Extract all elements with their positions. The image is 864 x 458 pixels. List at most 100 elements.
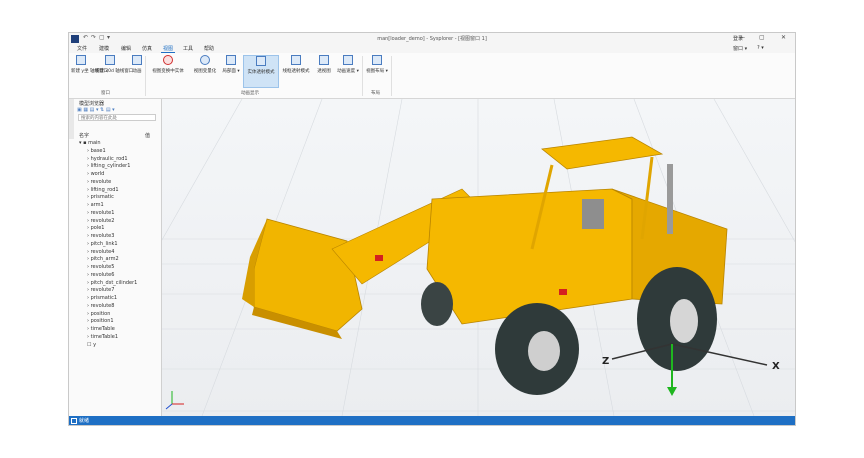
tree-item-label: timeTable [90, 326, 115, 332]
layout-grid-icon [372, 55, 382, 65]
speed-icon [343, 55, 353, 65]
tree-item[interactable]: › revolute5 [77, 264, 161, 272]
local-plane-dropdown[interactable]: 局部面 ▾ [222, 55, 240, 74]
tree-item[interactable]: › hydraulic_rod1 [77, 156, 161, 164]
animation-button[interactable]: 动画 [131, 55, 143, 74]
tree-item[interactable]: › prismatic [77, 194, 161, 202]
window-plot-icon [76, 55, 86, 65]
tree-item[interactable]: › lifting_rod1 [77, 187, 161, 195]
tree-item-label: pitch_link1 [90, 240, 118, 247]
group-label-window: 窗口 [101, 91, 110, 96]
tree-item-label: revolute5 [90, 264, 115, 270]
tree-item[interactable]: › revolute [77, 179, 161, 187]
tree-item[interactable]: › position [77, 311, 161, 319]
button-label: 视图变量化 [193, 69, 217, 74]
column-header-name[interactable]: 名字 [79, 132, 89, 139]
magnifier-icon [200, 55, 210, 65]
panel-toolbar[interactable]: ▣ ▦ ▤ ▾ ⇅ ▤ ▾ [77, 107, 115, 113]
tree-item[interactable]: › revolute2 [77, 218, 161, 226]
status-bar: 就绪 [69, 416, 795, 425]
button-label: 透视图 [317, 69, 331, 74]
tree-item[interactable]: › pole1 [77, 225, 161, 233]
tree-item-label: y [93, 341, 97, 348]
animation-speed-dropdown[interactable]: 动画速度 ▾ [336, 55, 360, 74]
tree-item-label: lifting_rod1 [90, 186, 119, 193]
tree-item[interactable]: › revolute3 [77, 233, 161, 241]
tree-item[interactable]: › revolute1 [77, 210, 161, 218]
perspective-button[interactable]: 透视图 [315, 55, 333, 74]
tree-item[interactable]: › revolute6 [77, 272, 161, 280]
menu-simulation[interactable]: 仿真 [142, 45, 152, 52]
menu-help[interactable]: 帮助 [204, 45, 214, 52]
tree-item-label: revolute2 [90, 217, 115, 224]
tree-item-label: arm1 [90, 202, 104, 208]
right-light [559, 289, 567, 295]
perspective-cube-icon [319, 55, 329, 65]
tree-item[interactable]: › pitch_arm2 [77, 256, 161, 264]
group-separator [362, 56, 363, 96]
tree-item[interactable]: › lifting_cylinder1 [77, 163, 161, 171]
button-label: 动画 [132, 69, 142, 74]
help-menu[interactable]: ? ▾ [757, 45, 764, 51]
menu-bar: 文件 建模 编辑 仿真 视图 工具 帮助 登录 窗口 ▾ ? ▾ [69, 36, 795, 53]
tree-item[interactable]: ☐ y [77, 342, 161, 350]
login-link[interactable]: 登录 [733, 35, 743, 42]
menu-file[interactable]: 文件 [77, 45, 87, 52]
menu-edit[interactable]: 编辑 [121, 45, 131, 52]
button-label: 新建 x0d 轴线窗口 [95, 69, 134, 74]
tree-item[interactable]: › revolute8 [77, 303, 161, 311]
column-header-value[interactable]: 值 [145, 132, 150, 139]
viewport-canvas: Z X [162, 99, 795, 416]
close-button[interactable]: ✕ [781, 34, 786, 41]
button-label: 视图变换中实体 [152, 69, 184, 74]
menu-modeling[interactable]: 建模 [99, 45, 109, 52]
tree-item[interactable]: › prismatic1 [77, 295, 161, 303]
tree-item[interactable]: › revolute4 [77, 249, 161, 257]
tree-item[interactable]: › revolute7 [77, 287, 161, 295]
tree-item-label: timeTable1 [90, 333, 119, 340]
ribbon: 新建 y坐 轴线窗口 新建 x0d 轴线窗口 动画 窗口 视图变换中实体 视图变… [69, 53, 795, 99]
menu-tools[interactable]: 工具 [183, 45, 193, 52]
target-icon [163, 55, 173, 65]
tree-item[interactable]: › timeTable [77, 326, 161, 334]
tree-item[interactable]: › world [77, 171, 161, 179]
solid-transparent-mode-button[interactable]: 实体透射模式 [243, 55, 279, 88]
status-icon [71, 418, 77, 424]
window-title: man[loader_demo] - Sysplorer - [视图窗口 1] [377, 36, 487, 42]
view-layout-dropdown[interactable]: 视图布局 ▾ [366, 55, 388, 74]
tree-item-label: position1 [90, 318, 114, 325]
tree-root-item[interactable]: ▾ ▪ main [77, 140, 161, 148]
tree-item-label: revolute4 [90, 248, 115, 255]
model-browser-panel: 模型浏览器 ▣ ▦ ▤ ▾ ⇅ ▤ ▾ 名字 值 ▾ ▪ main › base… [69, 99, 162, 416]
tree-item-label: revolute3 [90, 233, 115, 239]
panel-title: 模型浏览器 [79, 101, 105, 107]
solid-cube-icon [256, 56, 266, 66]
tree-item-label: base1 [90, 147, 106, 154]
new-x-window-button[interactable]: 新建 x0d 轴线窗口 [95, 55, 134, 74]
tree-item[interactable]: › pitch_dst_cilinder1 [77, 280, 161, 288]
menu-view[interactable]: 视图 [161, 44, 176, 53]
window-plot-icon [105, 55, 115, 65]
group-separator [145, 56, 146, 96]
window-menu[interactable]: 窗口 ▾ [733, 45, 747, 52]
browser-search-input[interactable] [78, 114, 156, 121]
model-tree: ▾ ▪ main › base1 › hydraulic_rod1 › liftin… [77, 140, 161, 349]
button-label: 视图布局 ▾ [366, 69, 388, 74]
maximize-button[interactable]: ▢ [759, 34, 765, 41]
view-variable-button[interactable]: 视图变量化 [191, 55, 219, 74]
tree-item[interactable]: › arm1 [77, 202, 161, 210]
tree-item[interactable]: › base1 [77, 148, 161, 156]
group-label-layout: 布局 [371, 91, 380, 96]
tree-item[interactable]: › position1 [77, 318, 161, 326]
view-transform-button[interactable]: 视图变换中实体 [149, 55, 187, 74]
tree-item[interactable]: › pitch_link1 [77, 241, 161, 249]
3d-viewport[interactable]: Z X [162, 99, 795, 416]
new-y-window-button[interactable]: 新建 y坐 轴线窗口 [71, 55, 108, 74]
wireframe-mode-button[interactable]: 线框透射模式 [280, 55, 312, 74]
tree-item[interactable]: › timeTable1 [77, 334, 161, 342]
application-window: ↶ ↷ ▢ ▾ man[loader_demo] - Sysplorer - [… [68, 32, 796, 426]
vertical-panel-tab[interactable] [69, 99, 74, 139]
tree-item-label: position [90, 310, 111, 317]
loader-bucket [242, 218, 363, 339]
group-separator [391, 56, 392, 96]
